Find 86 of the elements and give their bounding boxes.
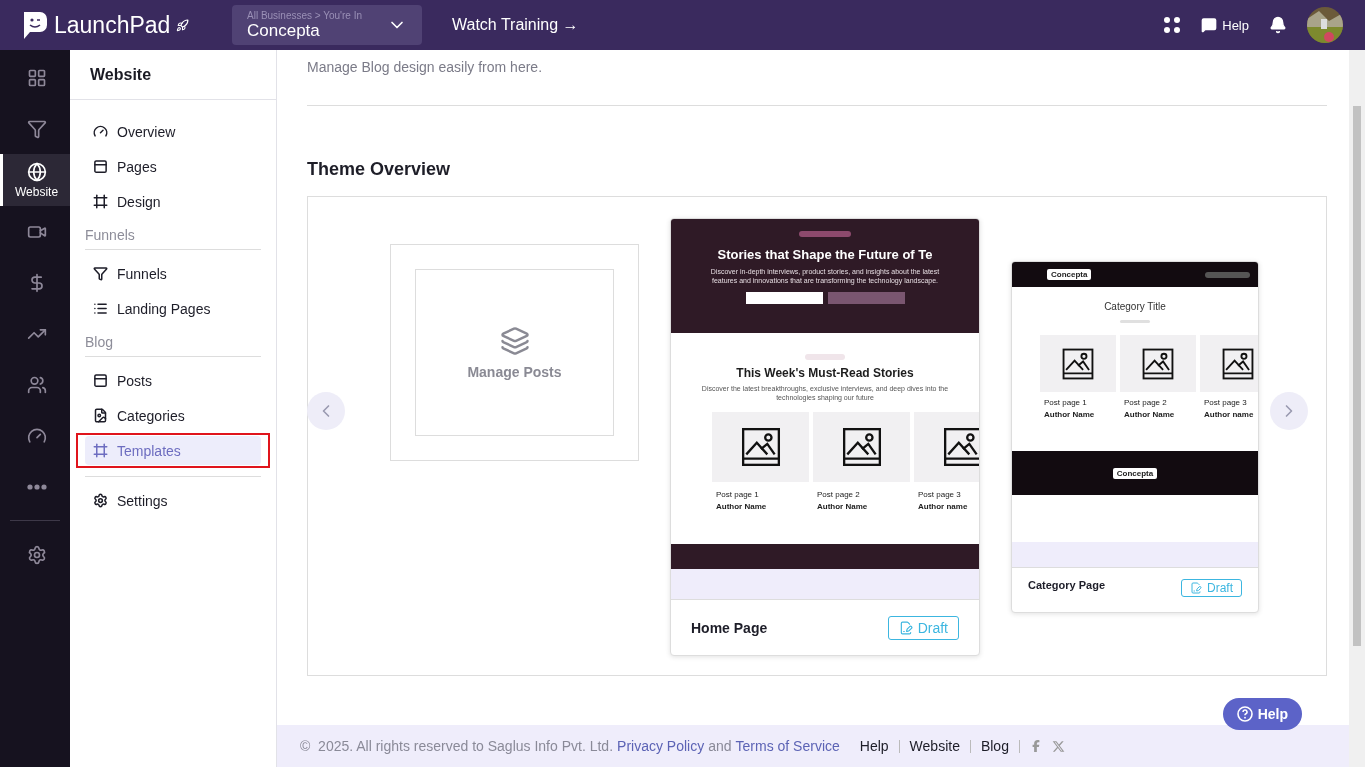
funnel-icon [93,266,108,281]
watch-training-link[interactable]: Watch Training → [452,16,579,34]
funnel-icon [26,118,47,139]
template-name: Home Page [691,619,768,636]
sidebar-title: Website [70,50,276,100]
image-placeholder-icon [739,425,782,468]
edit-file-icon [898,620,913,635]
frame-icon [93,443,108,458]
section-heading: Blog [85,326,261,357]
image-placeholder-icon [941,425,979,468]
settings-icon [26,544,47,565]
app-logo: LaunchPad [54,11,171,39]
template-card[interactable]: Concepta Category Title Post page 1 Author Name Post page 2 Author Name Post page 3 Author name Concepta Category Page Draft [1011,261,1259,613]
help-fab[interactable]: Help [1222,698,1302,730]
layers-icon [499,325,530,356]
image-placeholder-icon [1141,346,1175,381]
post-author: Author Name [817,501,869,511]
sidebar-item[interactable]: Settings [85,486,261,515]
image-placeholder-icon [1221,346,1255,381]
nav-links-line [1205,271,1250,278]
privacy-link[interactable]: Privacy Policy [617,738,705,754]
help-icon [1236,706,1253,722]
sidebar-item[interactable]: Pages [85,152,261,181]
tag-pill [805,354,845,360]
section-title: This Week's Must-Read Stories [736,366,914,380]
logo-icon [22,10,48,40]
people-icon [26,374,47,395]
chat-bubble-icon [1201,17,1218,33]
template-name: Category Page [1028,579,1106,591]
post-author: Author Name [1044,410,1096,419]
post-title: Post page 1 [716,489,760,499]
sidebar-item[interactable]: Design [85,187,261,216]
category-title: Category Title [1104,301,1166,312]
gauge-icon [93,124,108,139]
scrollbar[interactable] [1349,50,1365,767]
globe-icon [26,161,47,182]
post-title: Post page 3 [1204,398,1248,407]
sidebar-item[interactable]: Funnels [85,259,261,288]
list-icon [93,301,108,316]
settings-icon [93,493,108,508]
brand-logo: Concepta [1112,467,1158,479]
rocket-icon [176,18,190,32]
apps-icon[interactable] [1163,16,1182,34]
previous-button[interactable] [307,392,345,430]
edit-file-icon [1190,582,1202,594]
post-author: Author Name [716,501,768,511]
post-title: Post page 2 [817,489,861,499]
post-title: Post page 1 [1044,398,1088,407]
image-file-icon [93,408,108,423]
scrollbar-thumb[interactable] [1353,106,1361,646]
post-author: Author name [918,501,969,511]
page-subtitle: Manage Blog design easily from here. [307,59,544,75]
post-title: Post page 2 [1124,398,1168,407]
help-button[interactable]: Help [1201,17,1249,33]
post-author: Author name [1204,410,1255,419]
frame-icon [93,194,108,209]
post-author: Author Name [1124,410,1176,419]
image-placeholder-icon [840,425,883,468]
sidebar-item[interactable]: Categories [85,401,261,430]
hero-title: Stories that Shape the Future of Te [717,247,933,262]
tag-pill [799,231,851,237]
business-selector[interactable]: All Businesses > You're In Concepta [232,5,422,45]
and-text: and [708,738,732,754]
section-title: Theme Overview [307,159,452,180]
rail-item[interactable]: Website [0,154,70,206]
next-button[interactable] [1270,392,1308,430]
layout-icon [93,159,108,174]
template-card[interactable] [670,218,980,656]
more-icon [26,483,47,490]
footer-link[interactable]: Blog [980,738,1009,754]
image-placeholder-icon [1061,346,1095,381]
terms-link[interactable]: Terms of Service [735,738,840,754]
section-heading: Funnels [85,219,261,250]
x-icon[interactable] [1051,739,1065,753]
sidebar-item[interactable]: Templates [85,436,261,465]
brand-logo: Concepta [1047,269,1092,280]
post-title: Post page 3 [918,489,962,499]
footer-link[interactable]: Website [909,738,960,754]
grid-icon [26,67,47,88]
copyright-text: © 2025. All rights reserved to Saglus Info Pvt. Ltd. [300,738,614,754]
sidebar-item[interactable]: Posts [85,366,261,395]
notification-bell-icon[interactable] [1269,16,1287,34]
footer-link[interactable]: Help [859,738,889,754]
sidebar-item[interactable]: Landing Pages [85,294,261,323]
sidebar-item[interactable]: Overview [85,117,261,146]
layout-icon [93,373,108,388]
